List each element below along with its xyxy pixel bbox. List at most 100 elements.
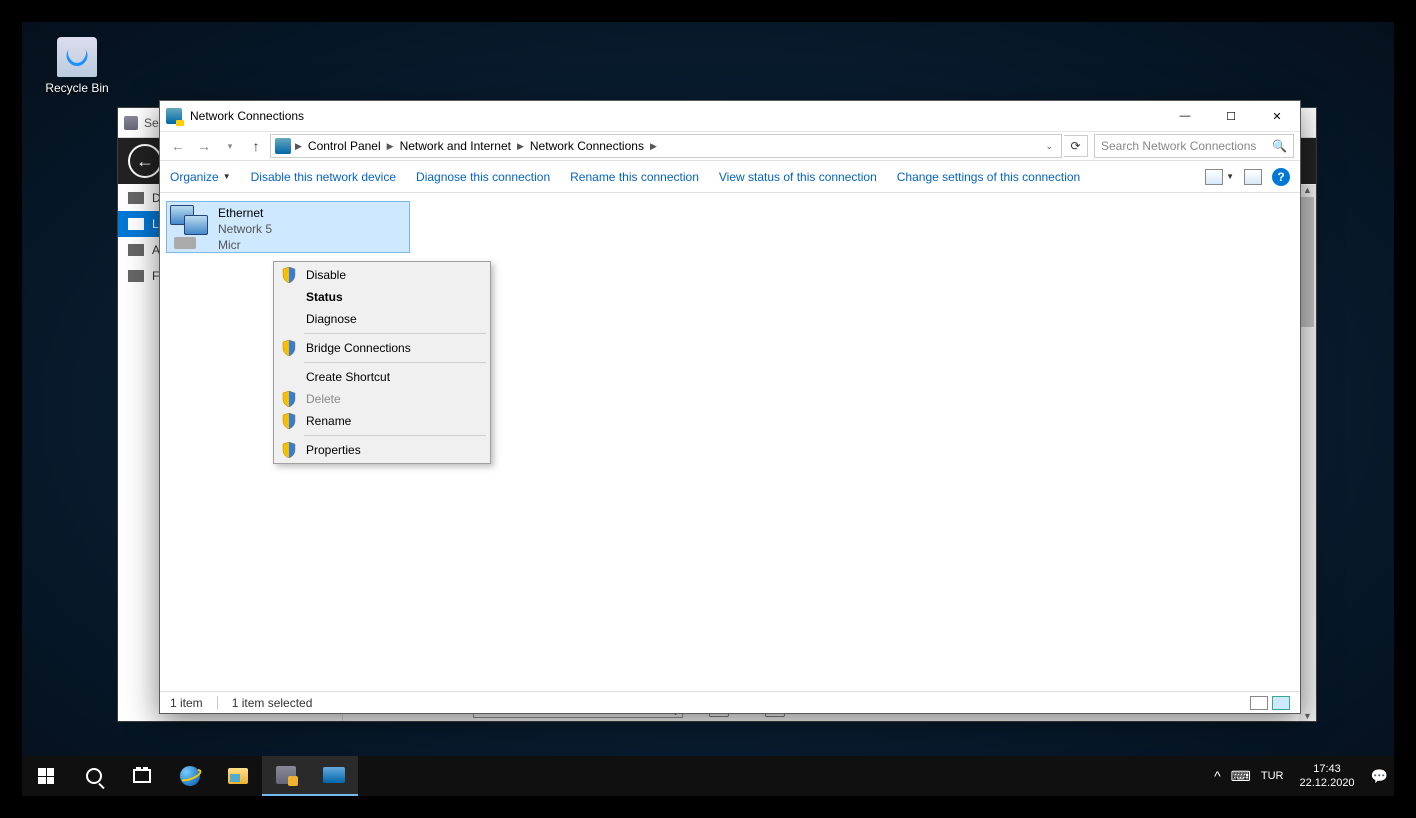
- maximize-button[interactable]: ☐: [1208, 101, 1254, 131]
- diagnose-button[interactable]: Diagnose this connection: [416, 170, 550, 184]
- breadcrumb-item[interactable]: Control Panel: [304, 139, 385, 153]
- address-bar: ← → ▾ ↑ ▶ Control Panel ▶ Network and In…: [160, 131, 1300, 161]
- ie-icon: [180, 766, 200, 786]
- dashboard-icon: [128, 192, 144, 204]
- bg-scrollbar[interactable]: ▲ ▼: [1299, 185, 1316, 721]
- ethernet-icon: [170, 205, 212, 249]
- breadcrumb-item[interactable]: Network and Internet: [396, 139, 515, 153]
- context-menu: Disable Status Diagnose Bridge Connectio…: [273, 261, 491, 464]
- separator: [304, 435, 486, 436]
- breadcrumb[interactable]: ▶ Control Panel ▶ Network and Internet ▶…: [270, 134, 1062, 158]
- window-title: Network Connections: [190, 109, 304, 123]
- recycle-bin[interactable]: Recycle Bin: [42, 37, 112, 95]
- chevron-down-icon: ▼: [223, 172, 231, 181]
- chevron-down-icon: ▼: [1226, 172, 1234, 181]
- server-manager-icon: [276, 766, 296, 784]
- connection-network: Network 5: [218, 221, 272, 237]
- tray-overflow-button[interactable]: ^: [1214, 768, 1221, 784]
- scroll-down-icon[interactable]: ▼: [1299, 711, 1316, 721]
- details-view-button[interactable]: [1250, 696, 1268, 710]
- search-icon: [86, 768, 102, 784]
- chevron-right-icon[interactable]: ▶: [295, 141, 302, 152]
- ctx-properties[interactable]: Properties: [276, 439, 488, 461]
- task-view-icon: [133, 769, 151, 783]
- help-button[interactable]: ?: [1272, 168, 1290, 186]
- shield-icon: [282, 340, 296, 356]
- shield-icon: [282, 267, 296, 283]
- organize-button[interactable]: Organize▼: [170, 170, 231, 184]
- search-icon[interactable]: 🔍: [1272, 139, 1287, 153]
- recycle-bin-icon: [57, 37, 97, 77]
- task-view-button[interactable]: [118, 756, 166, 796]
- language-indicator[interactable]: TUR: [1261, 770, 1284, 782]
- refresh-button[interactable]: ⟳: [1064, 135, 1088, 157]
- back-button[interactable]: ←: [128, 144, 162, 178]
- chevron-right-icon[interactable]: ▶: [650, 141, 657, 152]
- control-panel-icon: [323, 767, 345, 783]
- clock[interactable]: 17:43 22.12.2020: [1294, 762, 1361, 790]
- view-mode-button[interactable]: ▼: [1205, 169, 1234, 185]
- taskbar-server-manager[interactable]: [262, 756, 310, 796]
- search-placeholder: Search Network Connections: [1101, 139, 1256, 153]
- system-tray: ^ ⌨ TUR 17:43 22.12.2020 💬: [1214, 756, 1394, 796]
- ctx-create-shortcut[interactable]: Create Shortcut: [276, 366, 488, 388]
- shield-icon: [282, 442, 296, 458]
- rename-button[interactable]: Rename this connection: [570, 170, 699, 184]
- input-indicator-icon[interactable]: ⌨: [1231, 768, 1251, 785]
- taskbar-search-button[interactable]: [70, 756, 118, 796]
- action-center-button[interactable]: 💬: [1371, 768, 1388, 785]
- command-bar: Organize▼ Disable this network device Di…: [160, 161, 1300, 193]
- nav-up-button[interactable]: ↑: [244, 134, 268, 158]
- windows-logo-icon: [38, 768, 54, 784]
- view-status-button[interactable]: View status of this connection: [719, 170, 877, 184]
- separator: [304, 333, 486, 334]
- server-manager-icon: [124, 116, 138, 130]
- view-icon: [1205, 169, 1223, 185]
- search-input[interactable]: Search Network Connections 🔍: [1094, 134, 1294, 158]
- ctx-status[interactable]: Status: [276, 286, 488, 308]
- chevron-right-icon[interactable]: ▶: [517, 141, 524, 152]
- breadcrumb-item[interactable]: Network Connections: [526, 139, 648, 153]
- taskbar-explorer[interactable]: [214, 756, 262, 796]
- scroll-up-icon[interactable]: ▲: [1299, 185, 1316, 195]
- scroll-thumb[interactable]: [1301, 197, 1314, 327]
- selected-count: 1 item selected: [232, 696, 313, 710]
- recycle-bin-label: Recycle Bin: [42, 81, 112, 95]
- titlebar[interactable]: Network Connections — ☐ ✕: [160, 101, 1300, 131]
- ctx-delete: Delete: [276, 388, 488, 410]
- chevron-right-icon[interactable]: ▶: [387, 141, 394, 152]
- taskbar-control-panel[interactable]: [310, 756, 358, 796]
- date: 22.12.2020: [1300, 776, 1355, 790]
- close-button[interactable]: ✕: [1254, 101, 1300, 131]
- location-icon: [275, 138, 291, 154]
- ctx-diagnose[interactable]: Diagnose: [276, 308, 488, 330]
- nav-history-button[interactable]: ▾: [218, 134, 242, 158]
- nav-back-button[interactable]: ←: [166, 134, 190, 158]
- ctx-disable[interactable]: Disable: [276, 264, 488, 286]
- taskbar-ie[interactable]: [166, 756, 214, 796]
- start-button[interactable]: [22, 756, 70, 796]
- shield-icon: [282, 413, 296, 429]
- network-connections-icon: [166, 108, 182, 124]
- taskbar: ^ ⌨ TUR 17:43 22.12.2020 💬: [22, 756, 1394, 796]
- folder-icon: [228, 768, 248, 784]
- disable-device-button[interactable]: Disable this network device: [251, 170, 396, 184]
- file-services-icon: [128, 270, 144, 282]
- nav-forward-button[interactable]: →: [192, 134, 216, 158]
- shield-icon: [282, 391, 296, 407]
- ctx-bridge[interactable]: Bridge Connections: [276, 337, 488, 359]
- separator: [304, 362, 486, 363]
- ctx-rename[interactable]: Rename: [276, 410, 488, 432]
- item-count: 1 item: [170, 696, 203, 710]
- all-servers-icon: [128, 244, 144, 256]
- connection-item-ethernet[interactable]: Ethernet Network 5 Micr: [166, 201, 410, 253]
- connection-adapter: Micr: [218, 237, 272, 253]
- tiles-view-button[interactable]: [1272, 696, 1290, 710]
- minimize-button[interactable]: —: [1162, 101, 1208, 131]
- preview-pane-button[interactable]: [1244, 169, 1262, 185]
- breadcrumb-dropdown[interactable]: ⌄: [1041, 141, 1057, 152]
- connection-name: Ethernet: [218, 205, 272, 221]
- change-settings-button[interactable]: Change settings of this connection: [897, 170, 1080, 184]
- time: 17:43: [1300, 762, 1355, 776]
- status-bar: 1 item 1 item selected: [160, 691, 1300, 713]
